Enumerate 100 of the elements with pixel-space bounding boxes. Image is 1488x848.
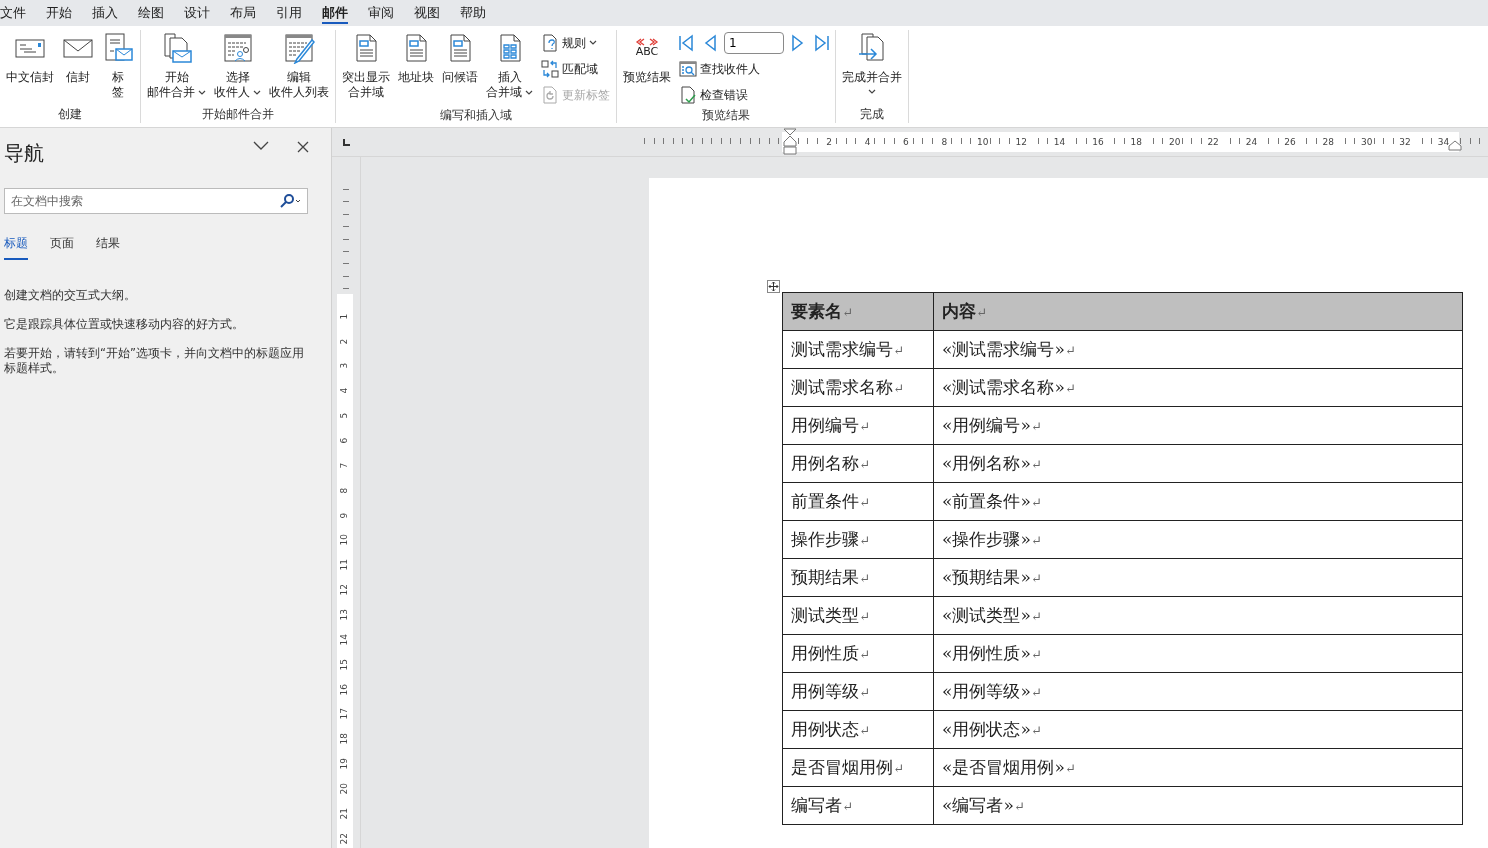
ruler-number: 16 <box>1090 137 1106 147</box>
caret-icon <box>525 89 533 96</box>
ruler-number: 4 <box>862 137 873 147</box>
table-cell: 测试需求名称↵ <box>782 368 934 407</box>
menu-tab[interactable]: 文件 <box>0 0 34 26</box>
ribbon-button[interactable]: 编辑 收件人列表 <box>266 30 332 102</box>
ruler-number: 16 <box>338 683 351 696</box>
ribbon-button[interactable]: 信封 <box>59 30 97 87</box>
pane-tab[interactable]: 结果 <box>96 234 120 260</box>
ruler-number: 28 <box>1320 137 1336 147</box>
document-refresh-icon <box>541 86 559 104</box>
indent-marker-icon[interactable] <box>783 128 797 156</box>
ruler-number: 6 <box>338 437 351 444</box>
table-cell: 预期结果↵ <box>782 558 934 597</box>
menu-tab[interactable]: 审阅 <box>360 0 402 26</box>
table-cell: 操作步骤↵ <box>782 520 934 559</box>
pane-tab[interactable]: 页面 <box>50 234 74 260</box>
ruler-number: 24 <box>1243 137 1260 147</box>
tab-stop-icon[interactable] <box>343 138 350 146</box>
ruler-number: 32 <box>1397 137 1413 147</box>
ribbon-button[interactable]: 检查错误 <box>676 84 832 106</box>
ruler-number: 1 <box>338 313 351 320</box>
menu-tab[interactable]: 引用 <box>268 0 310 26</box>
ruler-number: 12 <box>338 584 351 596</box>
ruler-number: 15 <box>338 658 351 671</box>
ruler-number: 18 <box>1128 137 1145 147</box>
ribbon-button[interactable]: 匹配域 <box>538 58 613 80</box>
window-search-icon <box>679 60 697 78</box>
table-move-handle-icon[interactable] <box>767 277 780 290</box>
ruler-number: 18 <box>338 733 351 745</box>
ruler-number: 13 <box>338 609 351 621</box>
group-label: 预览结果 <box>701 107 751 124</box>
caret-icon <box>868 89 876 95</box>
menu-tab[interactable]: 开始 <box>38 0 80 26</box>
table-cell: 是否冒烟用例↵ <box>782 748 934 787</box>
ribbon-button[interactable]: 完成并合并 <box>839 30 905 97</box>
help-text: 它是跟踪具体位置或快速移动内容的好方式。 <box>4 317 245 332</box>
ruler-number: 22 <box>338 832 351 845</box>
caret-icon <box>198 89 206 96</box>
ruler-number: 5 <box>338 413 351 419</box>
menu-tab[interactable]: 绘图 <box>130 0 172 26</box>
table-cell: «测试需求名称»↵ <box>933 368 1463 407</box>
menu-tab[interactable]: 设计 <box>176 0 218 26</box>
search-field[interactable]: 在文档中搜索 <box>4 188 308 214</box>
record-number-field[interactable]: 1 <box>724 32 784 54</box>
table-cell: 用例名称↵ <box>782 444 934 483</box>
group-label: 完成 <box>859 106 885 123</box>
menu-tab[interactable]: 帮助 <box>452 0 494 26</box>
menu-tab[interactable]: 视图 <box>406 0 448 26</box>
group-label: 编写和插入域 <box>439 107 513 124</box>
menu-tab[interactable]: 布局 <box>222 0 264 26</box>
table-cell: 测试类型↵ <box>782 596 934 635</box>
ruler-number: 10 <box>975 137 991 147</box>
pane-tab[interactable]: 标题 <box>4 234 28 260</box>
ribbon-button[interactable]: 插入 合并域 <box>483 30 536 102</box>
ruler-number: 17 <box>338 708 351 720</box>
search-icon[interactable] <box>280 194 302 208</box>
ribbon-button[interactable]: 开始 邮件合并 <box>144 30 209 102</box>
table-cell: «预期结果»↵ <box>933 558 1463 597</box>
column-header: 要素名↵ <box>782 292 934 331</box>
ruler-number: 14 <box>338 633 351 646</box>
menu-tab[interactable]: 邮件 <box>314 0 356 26</box>
ruler-number: 10 <box>338 534 351 546</box>
ribbon-button[interactable]: 地址块 <box>395 30 437 87</box>
ruler-number: 3 <box>338 363 351 369</box>
caret-icon <box>589 40 597 46</box>
ruler-number: 2 <box>824 137 835 147</box>
ribbon-button[interactable]: 突出显示 合并域 <box>339 30 393 102</box>
table-cell: 前置条件↵ <box>782 482 934 521</box>
ruler-number: 8 <box>338 487 351 494</box>
ribbon-button[interactable]: 标 签 <box>99 30 137 102</box>
document-question-icon <box>541 34 559 52</box>
ribbon-button[interactable]: ABC 预览结果 <box>620 30 674 87</box>
ruler-number: 8 <box>939 137 950 147</box>
pane-title: 导航 <box>4 140 44 166</box>
ruler-number: 19 <box>338 758 351 770</box>
ribbon-button[interactable]: 问候语 <box>439 30 481 87</box>
ruler-number: 14 <box>1051 137 1068 147</box>
ruler-number: 21 <box>338 807 351 820</box>
table-cell: 用例编号↵ <box>782 406 934 445</box>
last-record-button[interactable] <box>812 34 832 52</box>
ruler-number: 11 <box>338 559 351 571</box>
table-cell: «用例状态»↵ <box>933 710 1463 749</box>
swap-fields-icon <box>541 60 559 78</box>
table-cell: 用例状态↵ <box>782 710 934 749</box>
table-cell: «测试类型»↵ <box>933 596 1463 635</box>
menu-tab[interactable]: 插入 <box>84 0 126 26</box>
right-indent-marker-icon[interactable] <box>1448 140 1462 151</box>
table-cell: «编写者»↵ <box>933 786 1463 825</box>
ribbon-button[interactable]: 选择 收件人 <box>211 30 264 102</box>
ribbon-button[interactable]: 中文信封 <box>3 30 57 87</box>
table-cell: 编写者↵ <box>782 786 934 825</box>
table-cell: «测试需求编号»↵ <box>933 330 1463 369</box>
first-record-button[interactable] <box>676 34 696 52</box>
ribbon-button[interactable]: 查找收件人 <box>676 58 832 80</box>
group-label: 创建 <box>57 106 83 123</box>
ribbon-button[interactable]: 规则 <box>538 32 613 54</box>
ruler-number: 30 <box>1358 137 1375 147</box>
help-text: 若要开始，请转到“开始”选项卡，并向文档中的标题应用标题样式。 <box>4 346 305 376</box>
table-cell: 测试需求编号↵ <box>782 330 934 369</box>
